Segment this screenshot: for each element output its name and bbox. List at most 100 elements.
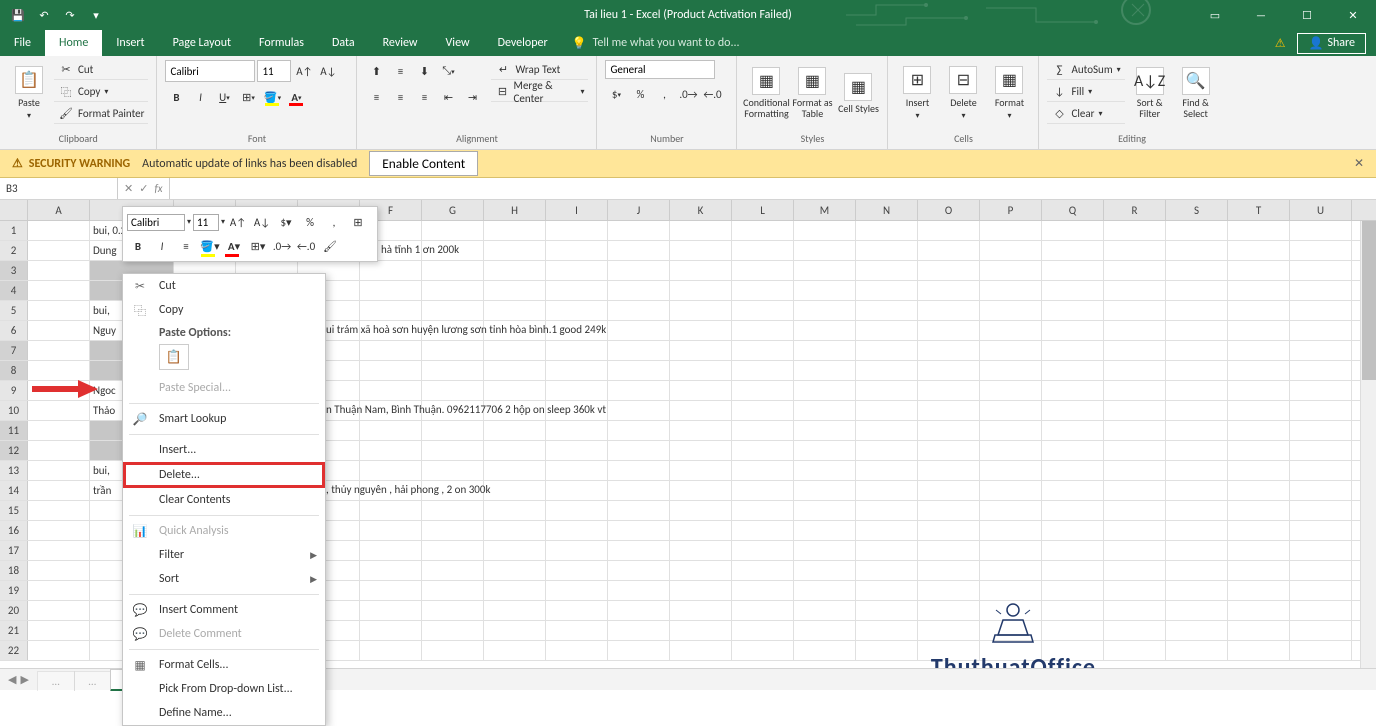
cell[interactable] — [1228, 561, 1290, 580]
row-header[interactable]: 16 — [0, 521, 28, 540]
chevron-down-icon[interactable]: ▾ — [187, 217, 191, 227]
cell[interactable] — [918, 401, 980, 420]
cell[interactable] — [670, 481, 732, 500]
cell[interactable] — [28, 461, 90, 480]
cell[interactable] — [546, 261, 608, 280]
cell[interactable] — [1290, 241, 1352, 260]
cell[interactable] — [546, 281, 608, 300]
mini-italic-icon[interactable]: I — [151, 235, 173, 257]
cell[interactable] — [794, 361, 856, 380]
increase-indent-icon[interactable]: ⇥ — [461, 86, 483, 108]
tab-review[interactable]: Review — [369, 30, 432, 56]
cell[interactable] — [918, 341, 980, 360]
cell[interactable] — [856, 381, 918, 400]
column-header[interactable]: J — [608, 200, 670, 220]
cell[interactable] — [1104, 421, 1166, 440]
cell[interactable] — [28, 401, 90, 420]
cell[interactable] — [670, 441, 732, 460]
tab-data[interactable]: Data — [318, 30, 369, 56]
ctx-format-cells[interactable]: ▦Format Cells... — [123, 653, 325, 677]
cell[interactable] — [1042, 561, 1104, 580]
cell[interactable] — [1228, 601, 1290, 620]
cell[interactable] — [608, 601, 670, 620]
cell[interactable] — [608, 501, 670, 520]
column-header[interactable]: H — [484, 200, 546, 220]
bold-button[interactable]: B — [165, 86, 187, 108]
cell[interactable] — [1290, 361, 1352, 380]
vertical-scrollbar[interactable] — [1360, 200, 1376, 668]
cell[interactable] — [670, 401, 732, 420]
decrease-indent-icon[interactable]: ⇤ — [437, 86, 459, 108]
column-header[interactable]: O — [918, 200, 980, 220]
tab-home[interactable]: Home — [45, 30, 102, 56]
cell[interactable] — [1290, 401, 1352, 420]
align-right-icon[interactable]: ≡ — [413, 86, 435, 108]
cell[interactable] — [422, 641, 484, 660]
merge-center-button[interactable]: ⊟Merge & Center▾ — [491, 82, 588, 102]
cell[interactable] — [856, 581, 918, 600]
cell[interactable] — [484, 481, 546, 500]
cell[interactable] — [1228, 221, 1290, 240]
mini-percent-icon[interactable]: % — [299, 211, 321, 233]
cell[interactable] — [670, 581, 732, 600]
paste-default-icon[interactable]: 📋 — [159, 344, 189, 370]
cell[interactable] — [1166, 381, 1228, 400]
increase-font-icon[interactable]: A↑ — [293, 60, 315, 82]
cell[interactable] — [732, 501, 794, 520]
scrollbar-thumb[interactable] — [1362, 220, 1376, 380]
cell[interactable] — [794, 521, 856, 540]
cell[interactable] — [794, 441, 856, 460]
cell[interactable] — [670, 241, 732, 260]
tab-developer[interactable]: Developer — [484, 30, 562, 56]
sheet-tab[interactable]: … — [74, 671, 112, 691]
cell[interactable] — [980, 341, 1042, 360]
cell[interactable] — [484, 601, 546, 620]
cell[interactable] — [732, 241, 794, 260]
cell[interactable] — [1042, 401, 1104, 420]
column-header[interactable]: S — [1166, 200, 1228, 220]
wrap-text-button[interactable]: ↵Wrap Text — [491, 60, 588, 80]
column-header[interactable]: M — [794, 200, 856, 220]
ctx-insert[interactable]: Insert... — [123, 438, 325, 462]
cell[interactable] — [980, 481, 1042, 500]
cell[interactable] — [546, 241, 608, 260]
cell[interactable] — [546, 341, 608, 360]
cell[interactable] — [856, 481, 918, 500]
tab-file[interactable]: File — [0, 30, 45, 56]
cut-button[interactable]: ✂Cut — [54, 60, 148, 80]
maximize-icon[interactable]: ☐ — [1284, 0, 1330, 30]
cell[interactable] — [1228, 581, 1290, 600]
cell[interactable] — [1228, 341, 1290, 360]
cell[interactable] — [422, 621, 484, 640]
cell[interactable] — [856, 461, 918, 480]
cell[interactable] — [484, 581, 546, 600]
cell[interactable] — [1290, 261, 1352, 280]
save-icon[interactable]: 💾 — [6, 3, 30, 27]
close-security-icon[interactable]: ✕ — [1354, 156, 1364, 171]
cell[interactable] — [608, 381, 670, 400]
cell[interactable] — [546, 641, 608, 660]
cell[interactable] — [484, 441, 546, 460]
cell[interactable] — [1042, 581, 1104, 600]
cell[interactable] — [28, 301, 90, 320]
insert-cells-button[interactable]: ⊞Insert▾ — [896, 60, 938, 126]
cell[interactable] — [1104, 341, 1166, 360]
cell[interactable] — [1228, 421, 1290, 440]
cell[interactable] — [856, 601, 918, 620]
cell[interactable] — [608, 541, 670, 560]
cell[interactable] — [360, 601, 422, 620]
cell[interactable] — [1104, 401, 1166, 420]
font-color-button[interactable]: A▾ — [285, 86, 307, 108]
cell[interactable] — [1166, 441, 1228, 460]
cell[interactable] — [980, 561, 1042, 580]
cell[interactable] — [422, 561, 484, 580]
cell[interactable] — [1104, 381, 1166, 400]
cell[interactable] — [360, 341, 422, 360]
cell[interactable] — [1166, 321, 1228, 340]
cell[interactable] — [980, 441, 1042, 460]
autosum-button[interactable]: ∑AutoSum▾ — [1047, 60, 1124, 80]
cell[interactable] — [608, 641, 670, 660]
cell[interactable] — [856, 341, 918, 360]
cell[interactable] — [608, 521, 670, 540]
column-header[interactable]: N — [856, 200, 918, 220]
